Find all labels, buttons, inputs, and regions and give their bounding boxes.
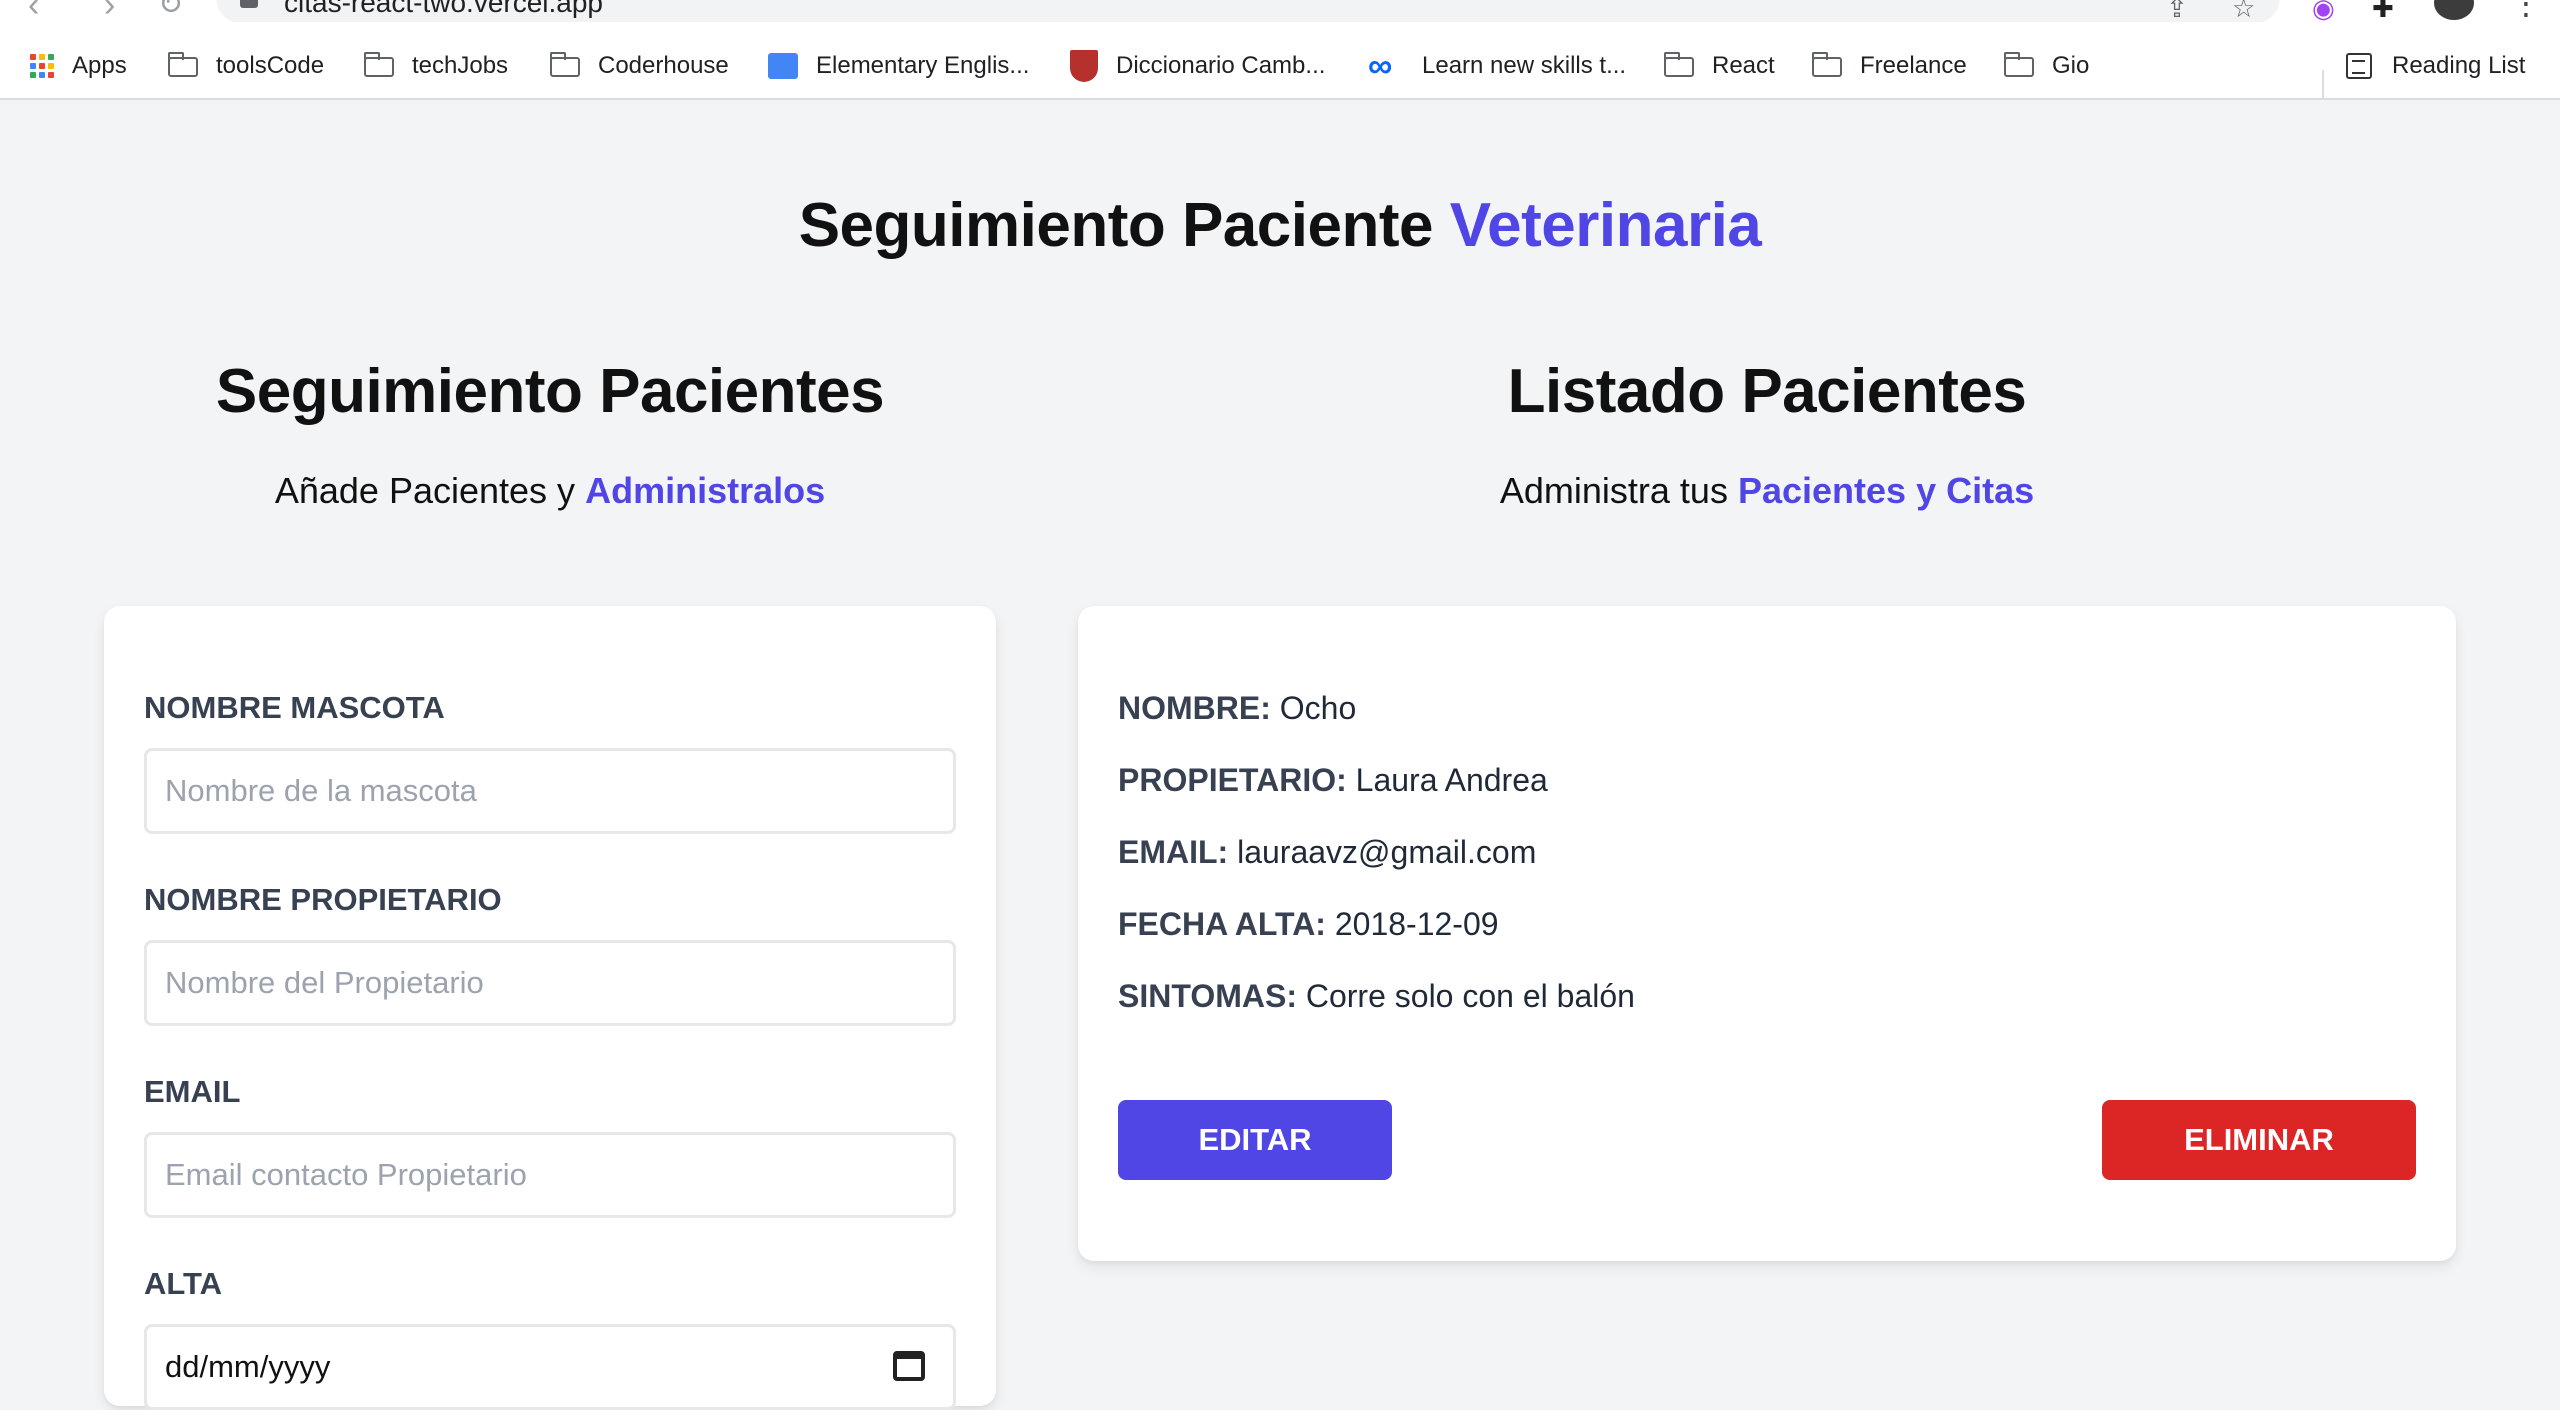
cambridge-shield-icon: [1070, 50, 1098, 82]
patient-owner-row: PROPIETARIO: Laura Andrea: [1118, 762, 1548, 799]
pet-name-label: NOMBRE MASCOTA: [144, 690, 445, 725]
share-icon[interactable]: ⇪: [2166, 0, 2188, 22]
back-icon[interactable]: ‹: [28, 0, 39, 22]
patient-name-value: Ocho: [1279, 690, 1357, 726]
bookmark-react[interactable]: React: [1663, 50, 1775, 82]
reading-list-button[interactable]: Reading List: [2346, 50, 2525, 82]
bookmark-learn-new-skills[interactable]: ∞ Learn new skills t...: [1368, 47, 1627, 85]
page-title-accent: Veterinaria: [1449, 191, 1762, 260]
patient-email-value: lauraavz@gmail.com: [1237, 834, 1537, 870]
bookmark-coderhouse[interactable]: Coderhouse: [549, 50, 729, 82]
owner-name-input[interactable]: [144, 940, 956, 1026]
bookmark-elementary-english[interactable]: Elementary Englis...: [768, 50, 1029, 82]
email-input[interactable]: [144, 1132, 956, 1218]
patient-date-row: FECHA ALTA: 2018-12-09: [1118, 906, 1499, 943]
bookmark-label: Freelance: [1860, 52, 1967, 79]
bookmarks-divider: [2322, 70, 2324, 104]
date-placeholder: dd/mm/yyyy: [165, 1349, 331, 1384]
bookmark-label: techJobs: [412, 52, 509, 79]
patient-name-label: NOMBRE:: [1118, 690, 1271, 726]
form-subtitle-accent: Administralos: [585, 470, 826, 511]
list-section-title: Listado Pacientes: [1507, 357, 2027, 426]
patient-email-label: EMAIL:: [1118, 834, 1229, 870]
discharge-date-label: ALTA: [144, 1266, 223, 1301]
patient-owner-value: Laura Andrea: [1355, 762, 1548, 798]
bookmark-label: Learn new skills t...: [1422, 52, 1627, 79]
patient-symptoms-label: SINTOMAS:: [1118, 978, 1297, 1014]
meta-infinity-icon: ∞: [1368, 47, 1393, 85]
patient-name-row: NOMBRE: Ocho: [1118, 690, 1356, 727]
page-title-main: Seguimiento Paciente: [798, 191, 1434, 260]
bookmark-label: Diccionario Camb...: [1116, 52, 1326, 79]
bookmark-gio[interactable]: Gio: [2003, 50, 2090, 82]
url-text[interactable]: citas-react-two.vercel.app: [284, 0, 603, 18]
bookmark-label: Apps: [72, 52, 127, 79]
pet-name-input[interactable]: [144, 748, 956, 834]
bookmark-apps[interactable]: Apps: [30, 50, 127, 82]
list-subtitle-accent: Pacientes y Citas: [1737, 470, 2035, 511]
patient-symptoms-row: SINTOMAS: Corre solo con el balón: [1118, 978, 1635, 1015]
folder-icon: [1811, 52, 1842, 77]
menu-kebab-icon[interactable]: ⋮: [2510, 0, 2542, 22]
patient-date-label: FECHA ALTA:: [1118, 906, 1326, 942]
bookmarks-bar: Apps toolsCode techJobs Coderhouse Eleme…: [0, 22, 2560, 104]
bookmark-label: React: [1712, 52, 1775, 79]
folder-icon: [167, 52, 198, 77]
patient-date-value: 2018-12-09: [1334, 906, 1499, 942]
owner-name-label: NOMBRE PROPIETARIO: [144, 882, 502, 917]
page-title: Seguimiento Paciente Veterinaria: [0, 190, 2560, 261]
app-page: Seguimiento Paciente Veterinaria Seguimi…: [0, 100, 2560, 1410]
reading-list-label: Reading List: [2392, 52, 2526, 79]
form-section-subtitle: Añade Pacientes y Administralos: [104, 470, 996, 512]
form-section-title: Seguimiento Pacientes: [215, 357, 885, 426]
email-label: EMAIL: [144, 1074, 241, 1109]
patient-email-row: EMAIL: lauraavz@gmail.com: [1118, 834, 1536, 871]
browser-toolbar: ‹ › ↻ citas-react-two.vercel.app ⇪ ☆ ◉ ✚…: [0, 0, 2560, 24]
patient-symptoms-value: Corre solo con el balón: [1305, 978, 1635, 1014]
bookmark-toolscode[interactable]: toolsCode: [167, 50, 325, 82]
folder-icon: [363, 52, 394, 77]
reading-list-icon: [2346, 53, 2372, 79]
apps-grid-icon: [30, 54, 54, 78]
edit-button[interactable]: EDITAR: [1118, 1100, 1392, 1180]
patient-owner-label: PROPIETARIO:: [1118, 762, 1347, 798]
contact-card-icon: [768, 53, 798, 79]
extension-broadcast-icon[interactable]: ◉: [2312, 0, 2335, 22]
profile-avatar[interactable]: [2434, 0, 2474, 20]
bookmark-label: Gio: [2052, 52, 2090, 79]
bookmark-label: toolsCode: [216, 52, 325, 79]
delete-button[interactable]: ELIMINAR: [2102, 1100, 2416, 1180]
list-subtitle-text: Administra tus: [1499, 470, 1728, 511]
form-subtitle-text: Añade Pacientes y: [274, 470, 576, 511]
reload-icon[interactable]: ↻: [158, 0, 183, 22]
bookmark-label: Elementary Englis...: [816, 52, 1030, 79]
folder-icon: [549, 52, 580, 77]
bookmark-star-icon[interactable]: ☆: [2232, 0, 2255, 22]
folder-icon: [2003, 52, 2034, 77]
discharge-date-input[interactable]: dd/mm/yyyy: [144, 1324, 956, 1410]
bookmark-label: Coderhouse: [598, 52, 729, 79]
list-section-subtitle: Administra tus Pacientes y Citas: [1078, 470, 2456, 512]
folder-icon: [1663, 52, 1694, 77]
patient-form: NOMBRE MASCOTA NOMBRE PROPIETARIO EMAIL …: [104, 606, 996, 1410]
extensions-puzzle-icon[interactable]: ✚: [2372, 0, 2394, 22]
bookmark-freelance[interactable]: Freelance: [1811, 50, 1967, 82]
patient-card: NOMBRE: Ocho PROPIETARIO: Laura Andrea E…: [1078, 606, 2456, 1261]
bookmark-techjobs[interactable]: techJobs: [363, 50, 509, 82]
lock-icon[interactable]: [240, 0, 258, 8]
bookmark-diccionario-cambridge[interactable]: Diccionario Camb...: [1070, 50, 1325, 82]
forward-icon[interactable]: ›: [104, 0, 115, 22]
calendar-icon[interactable]: [893, 1351, 925, 1381]
